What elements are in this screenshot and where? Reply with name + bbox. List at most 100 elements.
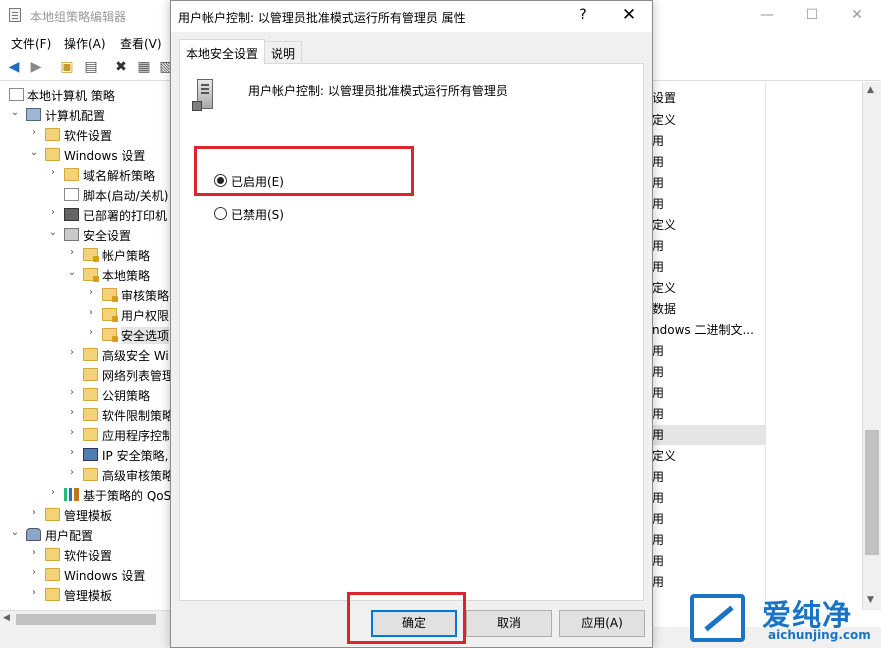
dialog-close-button[interactable]: ✕ xyxy=(618,5,640,25)
horizontal-scrollbar[interactable]: ◀ xyxy=(0,610,172,627)
list-item[interactable]: 定义 xyxy=(652,279,676,299)
collapse-chevron-icon[interactable]: › xyxy=(28,587,40,598)
tree-item[interactable]: › 高级审核策略 xyxy=(0,465,171,485)
tab-explain[interactable]: 说明 xyxy=(264,41,303,63)
list-item[interactable]: 用 xyxy=(652,363,664,383)
collapse-chevron-icon[interactable]: › xyxy=(66,347,78,358)
list-item[interactable]: 用 xyxy=(652,237,664,257)
expand-chevron-icon[interactable]: ⌄ xyxy=(66,267,78,278)
tree-item[interactable]: › 用户权限 xyxy=(0,305,171,325)
tree-item[interactable]: 网络列表管理 xyxy=(0,365,171,385)
expand-chevron-icon[interactable]: ⌄ xyxy=(9,107,21,118)
disabled-radio[interactable] xyxy=(214,207,227,220)
tree-item[interactable]: › 管理模板 xyxy=(0,505,171,525)
list-item[interactable]: 用 xyxy=(652,258,664,278)
maximize-button[interactable]: ☐ xyxy=(800,4,824,26)
help-button[interactable]: ? xyxy=(573,7,593,23)
menu-view[interactable]: 查看(V) xyxy=(120,35,162,52)
disabled-radio-label[interactable]: 已禁用(S) xyxy=(231,206,284,223)
show-hide-tree-icon[interactable]: ▤ xyxy=(82,58,100,76)
tree-item[interactable]: › Windows 设置 xyxy=(0,565,171,585)
tree-item[interactable]: ⌄ 安全设置 xyxy=(0,225,171,245)
list-item[interactable]: 用 xyxy=(652,489,664,509)
tree-item[interactable]: › 软件设置 xyxy=(0,125,171,145)
scroll-thumb[interactable] xyxy=(865,430,879,555)
list-item[interactable]: 定义 xyxy=(652,111,676,131)
minimize-button[interactable]: — xyxy=(755,4,779,26)
delete-icon[interactable]: ✖ xyxy=(112,58,130,76)
tree-item[interactable]: ⌄ 本地策略 xyxy=(0,265,171,285)
horizontal-scroll-thumb[interactable] xyxy=(16,614,156,625)
collapse-chevron-icon[interactable]: › xyxy=(28,127,40,138)
cancel-button[interactable]: 取消 xyxy=(466,610,552,637)
collapse-chevron-icon[interactable]: › xyxy=(47,207,59,218)
tree-item[interactable]: › 域名解析策略 xyxy=(0,165,171,185)
tree-item[interactable]: › IP 安全策略, xyxy=(0,445,171,465)
tree-item[interactable]: 脚本(启动/关机) xyxy=(0,185,171,205)
collapse-chevron-icon[interactable]: › xyxy=(47,487,59,498)
tree-item[interactable]: › 审核策略 xyxy=(0,285,171,305)
tree-item[interactable]: › 安全选项 xyxy=(0,325,171,345)
expand-chevron-icon[interactable]: ⌄ xyxy=(47,227,59,238)
tree-item[interactable]: › 软件限制策略 xyxy=(0,405,171,425)
collapse-chevron-icon[interactable]: › xyxy=(66,447,78,458)
collapse-chevron-icon[interactable]: › xyxy=(28,507,40,518)
menu-action[interactable]: 操作(A) xyxy=(64,35,106,52)
collapse-chevron-icon[interactable]: › xyxy=(85,327,97,338)
tree-item[interactable]: › 帐户策略 xyxy=(0,245,171,265)
list-item[interactable]: 用 xyxy=(652,384,664,404)
list-item[interactable]: 用 xyxy=(652,552,664,572)
list-item[interactable]: 用 xyxy=(652,426,664,446)
menu-file[interactable]: 文件(F) xyxy=(11,35,51,52)
back-arrow-icon[interactable]: ◀ xyxy=(5,58,23,76)
tree-item[interactable]: › 应用程序控制 xyxy=(0,425,171,445)
collapse-chevron-icon[interactable]: › xyxy=(66,387,78,398)
list-item[interactable]: 用 xyxy=(652,405,664,425)
collapse-chevron-icon[interactable]: › xyxy=(85,307,97,318)
tree-item[interactable]: › 基于策略的 QoS xyxy=(0,485,171,505)
collapse-chevron-icon[interactable]: › xyxy=(66,427,78,438)
list-item[interactable]: 用 xyxy=(652,510,664,530)
expand-chevron-icon[interactable]: ⌄ xyxy=(28,147,40,158)
tree-item[interactable]: › 公钥策略 xyxy=(0,385,171,405)
tree-item[interactable]: › 已部署的打印机 xyxy=(0,205,171,225)
collapse-chevron-icon[interactable]: › xyxy=(66,407,78,418)
list-item[interactable]: 用 xyxy=(652,132,664,152)
tree-item[interactable]: ⌄ Windows 设置 xyxy=(0,145,171,165)
list-item[interactable]: 用 xyxy=(652,468,664,488)
apply-button[interactable]: 应用(A) xyxy=(559,610,645,637)
close-window-button[interactable]: ✕ xyxy=(845,4,869,26)
list-item[interactable]: 用 xyxy=(652,342,664,362)
list-item[interactable]: ndows 二进制文... xyxy=(652,321,754,341)
forward-arrow-icon[interactable]: ▶ xyxy=(27,58,45,76)
tree-item[interactable]: ⌄ 计算机配置 xyxy=(0,105,171,125)
list-item[interactable]: 定义 xyxy=(652,447,676,467)
list-item[interactable]: 用 xyxy=(652,573,664,593)
tree-item[interactable]: 本地计算机 策略 xyxy=(0,85,171,105)
collapse-chevron-icon[interactable]: › xyxy=(28,547,40,558)
tree-item[interactable]: ⌄ 用户配置 xyxy=(0,525,171,545)
scroll-left-arrow-icon[interactable]: ◀ xyxy=(3,613,10,623)
list-item[interactable]: 用 xyxy=(652,153,664,173)
tree-item[interactable]: › 高级安全 Wi xyxy=(0,345,171,365)
scroll-up-arrow-icon[interactable]: ▲ xyxy=(867,85,874,95)
tree-item[interactable]: › 软件设置 xyxy=(0,545,171,565)
tree-item[interactable]: › 管理模板 xyxy=(0,585,171,605)
console-tree[interactable]: 本地计算机 策略 ⌄ 计算机配置 › 软件设置 ⌄ Windows 设置 › 域名解析策略 脚本(… xyxy=(0,82,172,610)
properties-icon[interactable]: ▦ xyxy=(135,58,153,76)
list-item[interactable]: 用 xyxy=(652,531,664,551)
list-item[interactable]: 用 xyxy=(652,195,664,215)
tab-local-security-setting[interactable]: 本地安全设置 xyxy=(179,39,266,64)
vertical-scrollbar[interactable]: ▲ ▼ xyxy=(862,82,881,610)
collapse-chevron-icon[interactable]: › xyxy=(66,247,78,258)
list-item[interactable]: 数据 xyxy=(652,300,676,320)
collapse-chevron-icon[interactable]: › xyxy=(66,467,78,478)
collapse-chevron-icon[interactable]: › xyxy=(85,287,97,298)
list-item[interactable]: 用 xyxy=(652,174,664,194)
expand-chevron-icon[interactable]: ⌄ xyxy=(9,527,21,538)
list-item[interactable]: 定义 xyxy=(652,216,676,236)
list-item[interactable]: 设置 xyxy=(652,89,676,109)
collapse-chevron-icon[interactable]: › xyxy=(28,567,40,578)
up-folder-icon[interactable]: ▣ xyxy=(58,58,76,76)
collapse-chevron-icon[interactable]: › xyxy=(47,167,59,178)
